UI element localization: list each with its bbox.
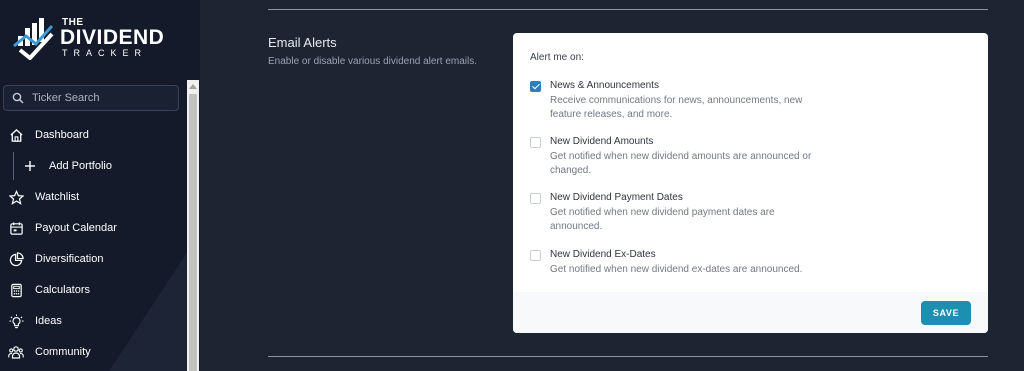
section-divider-bottom [268,356,988,357]
dividend-amounts-checkbox[interactable] [530,137,541,148]
logo[interactable]: THE DIVIDEND TRACKER [12,14,165,62]
sidebar-item-label: Diversification [35,253,104,265]
sidebar-item-community[interactable]: Community [0,340,186,364]
section-description: Enable or disable various dividend alert… [268,56,478,67]
payment-dates-checkbox[interactable] [530,193,541,204]
sidebar-item-label: Dashboard [35,129,89,141]
users-icon [8,344,24,360]
card-footer [513,292,988,333]
option-description: Get notified when new dividend payment d… [550,207,775,232]
sidebar-item-watchlist[interactable]: Watchlist [0,185,186,209]
option-description: Get notified when new dividend ex-dates … [550,264,803,275]
save-button[interactable]: SAVE [921,301,971,325]
option-description: Get notified when new dividend amounts a… [550,151,812,176]
brand-line-2: DIVIDEND [60,26,165,49]
search-icon [12,92,24,104]
sidebar-item-label: Payout Calendar [35,222,117,234]
option-title: New Dividend Payment Dates [550,192,683,203]
sidebar-item-payout-calendar[interactable]: Payout Calendar [0,216,186,240]
email-alerts-card: Alert me on: News & Announcements Receiv… [513,33,988,333]
sidebar-item-label: Add Portfolio [49,160,112,172]
sidebar-item-dashboard[interactable]: Dashboard [0,123,186,147]
option-title: News & Announcements [550,80,659,91]
star-icon [8,189,24,205]
home-icon [8,127,24,143]
sidebar: THE DIVIDEND TRACKER Dashboard Add Portf… [0,0,200,371]
scrollbar-thumb[interactable] [189,94,197,371]
sidebar-item-ideas[interactable]: Ideas [0,309,186,333]
sidebar-item-calculators[interactable]: Calculators [0,278,186,302]
alert-label: Alert me on: [530,52,584,63]
sidebar-item-label: Community [35,346,91,358]
lightbulb-icon [8,313,24,329]
pie-chart-icon [8,251,24,267]
brand-line-3: TRACKER [62,48,148,58]
option-title: New Dividend Amounts [550,136,654,147]
sidebar-item-label: Calculators [35,284,91,296]
news-checkbox[interactable] [530,81,541,92]
sidebar-item-add-portfolio[interactable]: Add Portfolio [14,154,200,178]
sidebar-item-label: Watchlist [35,191,80,203]
section-divider-top [268,9,988,10]
ex-dates-checkbox[interactable] [530,250,541,261]
calculator-icon [8,282,24,298]
plus-icon [22,158,38,174]
sidebar-item-diversification[interactable]: Diversification [0,247,186,271]
option-title: New Dividend Ex-Dates [550,249,656,260]
search-input[interactable] [30,91,174,105]
calendar-icon [8,220,24,236]
sidebar-item-label: Ideas [35,315,62,327]
scroll-up-icon[interactable] [189,84,197,89]
ticker-search[interactable] [3,85,179,111]
logo-icon [13,18,54,60]
section-title: Email Alerts [268,35,337,50]
sidebar-scrollbar[interactable] [187,80,199,371]
option-description: Receive communications for news, announc… [550,95,803,120]
